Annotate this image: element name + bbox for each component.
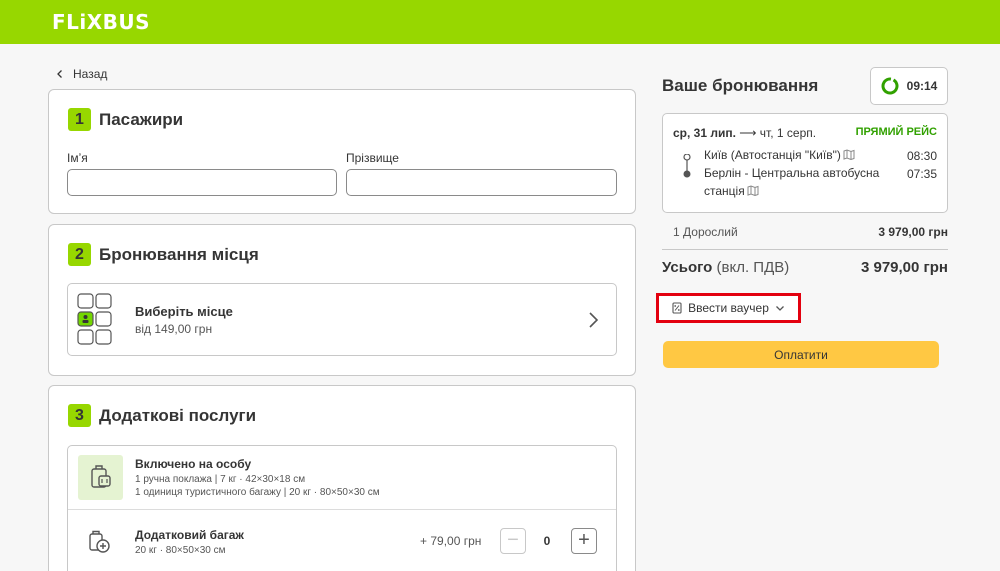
back-link[interactable]: Назад [56,67,107,81]
timer-value: 09:14 [906,79,938,93]
direct-badge: ПРЯМИЙ РЕЙС [855,126,937,138]
included-title: Включено на особу [135,457,252,471]
arrival-stop[interactable]: Берлін - Центральна автобусна станція [704,164,884,200]
pay-button[interactable]: Оплатити [663,341,939,368]
choose-seat-button[interactable]: Виберіть місце від 149,00 грн [67,283,617,356]
top-bar: FLiXBUS [0,0,1000,44]
included-line: 1 одиниця туристичного багажу | 20 кг · … [135,487,380,498]
chevron-down-icon [775,305,784,311]
chevron-left-icon [57,70,62,78]
voucher-icon [672,302,682,314]
flixbus-logo[interactable]: FLiXBUS [52,10,150,34]
step-number: 1 [68,108,91,131]
first-name-field[interactable] [67,169,337,196]
timer-ring-icon [881,77,899,95]
back-label: Назад [73,67,108,81]
divider [662,249,948,250]
trip-summary: ср, 31 лип. ⟶ чт, 1 серп. ПРЯМИЙ РЕЙС Ки… [662,113,948,213]
arrive-date: ⟶ чт, 1 серп. [735,126,817,140]
step-number: 3 [68,404,91,427]
section-title: Пасажири [99,109,184,129]
voucher-button[interactable]: Ввести ваучер [656,293,801,323]
services-heading: 3 Додаткові послуги [68,404,256,427]
map-icon [747,185,759,196]
departure-stop-name: Київ (Автостанція "Київ") [704,148,841,162]
seat-map-icon [77,293,112,345]
add-luggage-icon [89,530,110,553]
voucher-label: Ввести ваучер [688,301,769,315]
chevron-right-icon [589,312,599,328]
departure-stop[interactable]: Київ (Автостанція "Київ") [704,146,884,164]
arrival-stop-name: Берлін - Центральна автобусна станція [704,166,880,198]
last-name-label: Прізвище [346,151,399,165]
last-name-field[interactable] [346,169,617,196]
passenger-row-label: 1 Дорослий [673,225,738,239]
included-line: 1 ручна поклажа | 7 кг · 42×30×18 см [135,474,306,485]
arrival-time: 07:35 [906,167,937,181]
increase-button[interactable]: + [571,528,597,554]
choose-seat-label: Виберіть місце [135,304,233,319]
first-name-label: Імʼя [67,151,88,165]
decrease-button[interactable]: − [500,528,526,554]
extra-luggage-title: Додатковий багаж [135,528,244,542]
seat-card: 2 Бронювання місця Виберіть місце від 14… [48,224,636,376]
total-label: Усього (вкл. ПДВ) [662,259,789,276]
extra-luggage-size: 20 кг · 80×50×30 см [135,545,226,556]
quantity-value: 0 [543,534,551,548]
passengers-heading: 1 Пасажири [68,108,183,131]
booking-title: Ваше бронювання [662,76,819,95]
step-number: 2 [68,243,91,266]
total-word: Усього [662,259,713,276]
trip-date: ср, 31 лип. ⟶ чт, 1 серп. [673,126,816,140]
map-icon [843,149,855,160]
passengers-card: 1 Пасажири Імʼя Прізвище [48,89,636,214]
passenger-row-price: 3 979,00 грн [878,225,948,239]
divider [68,509,616,510]
depart-date: ср, 31 лип. [673,126,736,140]
luggage-included-icon [78,455,123,500]
route-line-icon [683,154,691,178]
vat-note: (вкл. ПДВ) [716,259,790,276]
section-title: Додаткові послуги [99,405,257,425]
services-box: Включено на особу 1 ручна поклажа | 7 кг… [67,445,617,571]
seat-heading: 2 Бронювання місця [68,243,259,266]
countdown-timer: 09:14 [870,67,948,105]
extra-luggage-price: + 79,00 грн [420,534,482,548]
departure-time: 08:30 [906,149,937,163]
total-value: 3 979,00 грн [860,259,948,276]
section-title: Бронювання місця [99,244,259,264]
services-card: 3 Додаткові послуги Включено на особу 1 … [48,385,636,571]
seat-price: від 149,00 грн [135,322,213,336]
